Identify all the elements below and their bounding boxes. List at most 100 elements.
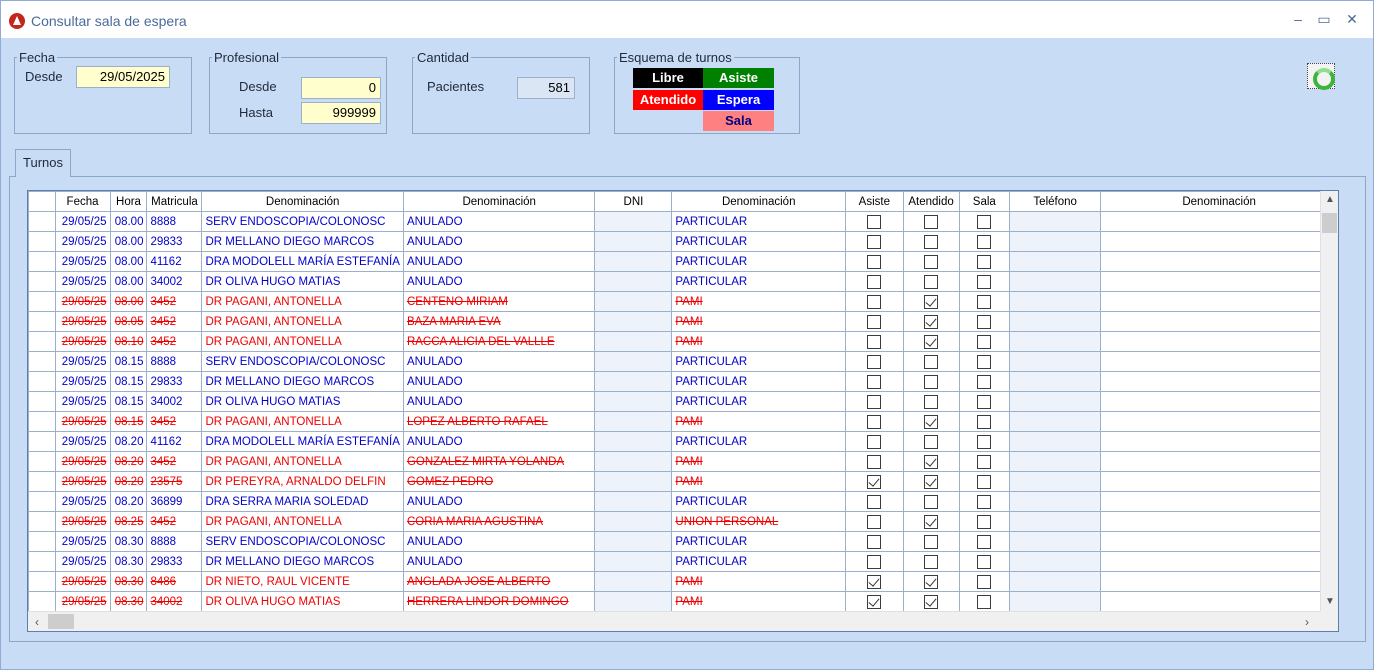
sala-checkbox[interactable] [977,574,992,589]
column-header[interactable]: Hora [109,191,148,212]
sala-checkbox[interactable] [977,354,992,369]
asiste-checkbox[interactable] [867,354,882,369]
asiste-checkbox[interactable] [867,234,882,249]
sala-checkbox[interactable] [977,374,992,389]
table-row[interactable]: 29/05/25 08.25 3452 DR PAGANI, ANTONELLA COR… [28,511,1338,532]
scroll-right-icon[interactable]: › [1298,613,1316,631]
atendido-checkbox[interactable] [924,214,939,229]
scroll-left-icon[interactable]: ‹ [28,613,46,631]
horizontal-scrollbar[interactable]: ‹ › [28,611,1320,631]
atendido-checkbox[interactable] [924,314,939,329]
vertical-scrollbar[interactable]: ▲ ▼ [1320,191,1338,611]
asiste-checkbox[interactable] [867,294,882,309]
table-row[interactable]: 29/05/25 08.20 23575 DR PEREYRA, ARNALDO DE… [28,471,1338,492]
atendido-checkbox[interactable] [924,574,939,589]
atendido-checkbox[interactable] [924,374,939,389]
atendido-checkbox[interactable] [924,394,939,409]
scroll-down-icon[interactable]: ▼ [1321,593,1338,611]
sala-checkbox[interactable] [977,494,992,509]
table-row[interactable]: 29/05/25 08.10 3452 DR PAGANI, ANTONELLA RAC… [28,331,1338,352]
sala-checkbox[interactable] [977,314,992,329]
atendido-checkbox[interactable] [924,234,939,249]
column-header[interactable]: Fecha [54,191,111,212]
sala-checkbox[interactable] [977,394,992,409]
asiste-checkbox[interactable] [867,554,882,569]
atendido-checkbox[interactable] [924,514,939,529]
atendido-checkbox[interactable] [924,274,939,289]
asiste-checkbox[interactable] [867,494,882,509]
column-header[interactable]: Sala [958,191,1011,212]
table-row[interactable]: 29/05/25 08.00 41162 DRA MODOLELL MARÍA EST… [28,251,1338,272]
atendido-checkbox[interactable] [924,474,939,489]
asiste-checkbox[interactable] [867,334,882,349]
table-row[interactable]: 29/05/25 08.30 8888 SERV ENDOSCOPIA/COLONOS… [28,531,1338,552]
table-row[interactable]: 29/05/25 08.15 8888 SERV ENDOSCOPIA/COLONOS… [28,351,1338,372]
column-header[interactable]: Denominación [201,191,404,212]
sala-checkbox[interactable] [977,474,992,489]
table-row[interactable]: 29/05/25 08.30 34002 DR OLIVA HUGO MATIAS HE… [28,591,1338,612]
asiste-checkbox[interactable] [867,514,882,529]
vertical-scroll-thumb[interactable] [1322,213,1337,233]
profesional-hasta-input[interactable]: 999999 [301,102,381,124]
asiste-checkbox[interactable] [867,274,882,289]
close-button[interactable]: ✕ [1341,9,1363,29]
table-row[interactable]: 29/05/25 08.00 8888 SERV ENDOSCOPIA/COLONOS… [28,211,1338,232]
table-row[interactable]: 29/05/25 08.00 34002 DR OLIVA HUGO MATIAS AN… [28,271,1338,292]
atendido-checkbox[interactable] [924,594,939,609]
table-row[interactable]: 29/05/25 08.30 8486 DR NIETO, RAUL VICENTE A… [28,571,1338,592]
column-header[interactable]: Denominación [402,191,596,212]
table-row[interactable]: 29/05/25 08.20 41162 DRA MODOLELL MARÍA EST… [28,431,1338,452]
column-header[interactable]: Matricula [146,191,203,212]
column-header[interactable]: Denominación [671,191,847,212]
atendido-checkbox[interactable] [924,454,939,469]
atendido-checkbox[interactable] [924,534,939,549]
asiste-checkbox[interactable] [867,454,882,469]
atendido-checkbox[interactable] [924,334,939,349]
table-row[interactable]: 29/05/25 08.00 3452 DR PAGANI, ANTONELLA CEN… [28,291,1338,312]
sala-checkbox[interactable] [977,514,992,529]
minimize-button[interactable]: – [1287,9,1309,29]
sala-checkbox[interactable] [977,334,992,349]
asiste-checkbox[interactable] [867,414,882,429]
column-header[interactable]: Denominación [1100,191,1338,212]
asiste-checkbox[interactable] [867,594,882,609]
table-row[interactable]: 29/05/25 08.05 3452 DR PAGANI, ANTONELLA BAZ… [28,311,1338,332]
column-header[interactable]: Asiste [845,191,904,212]
horizontal-scroll-thumb[interactable] [48,614,74,629]
fecha-desde-input[interactable]: 29/05/2025 [76,66,170,88]
atendido-checkbox[interactable] [924,494,939,509]
atendido-checkbox[interactable] [924,414,939,429]
sala-checkbox[interactable] [977,274,992,289]
sala-checkbox[interactable] [977,254,992,269]
scroll-up-icon[interactable]: ▲ [1321,191,1338,209]
atendido-checkbox[interactable] [924,554,939,569]
sala-checkbox[interactable] [977,534,992,549]
sala-checkbox[interactable] [977,434,992,449]
sala-checkbox[interactable] [977,554,992,569]
sala-checkbox[interactable] [977,594,992,609]
table-row[interactable]: 29/05/25 08.20 36899 DRA SERRA MARIA SOLEDA… [28,491,1338,512]
table-row[interactable]: 29/05/25 08.15 3452 DR PAGANI, ANTONELLA LOP… [28,411,1338,432]
asiste-checkbox[interactable] [867,254,882,269]
profesional-desde-input[interactable]: 0 [301,77,381,99]
asiste-checkbox[interactable] [867,534,882,549]
asiste-checkbox[interactable] [867,314,882,329]
column-header[interactable]: Atendido [902,191,960,212]
asiste-checkbox[interactable] [867,474,882,489]
column-header[interactable]: Teléfono [1009,191,1102,212]
refresh-button[interactable] [1307,63,1335,90]
column-header[interactable]: DNI [594,191,673,212]
atendido-checkbox[interactable] [924,434,939,449]
atendido-checkbox[interactable] [924,294,939,309]
asiste-checkbox[interactable] [867,394,882,409]
sala-checkbox[interactable] [977,294,992,309]
sala-checkbox[interactable] [977,234,992,249]
asiste-checkbox[interactable] [867,434,882,449]
atendido-checkbox[interactable] [924,254,939,269]
maximize-button[interactable]: ▭ [1313,9,1335,29]
sala-checkbox[interactable] [977,454,992,469]
turnos-grid[interactable]: Fecha Hora Matricula Denominación Denominaci… [27,190,1339,632]
asiste-checkbox[interactable] [867,574,882,589]
table-row[interactable]: 29/05/25 08.00 29833 DR MELLANO DIEGO MARCO… [28,231,1338,252]
table-row[interactable]: 29/05/25 08.20 3452 DR PAGANI, ANTONELLA GON… [28,451,1338,472]
